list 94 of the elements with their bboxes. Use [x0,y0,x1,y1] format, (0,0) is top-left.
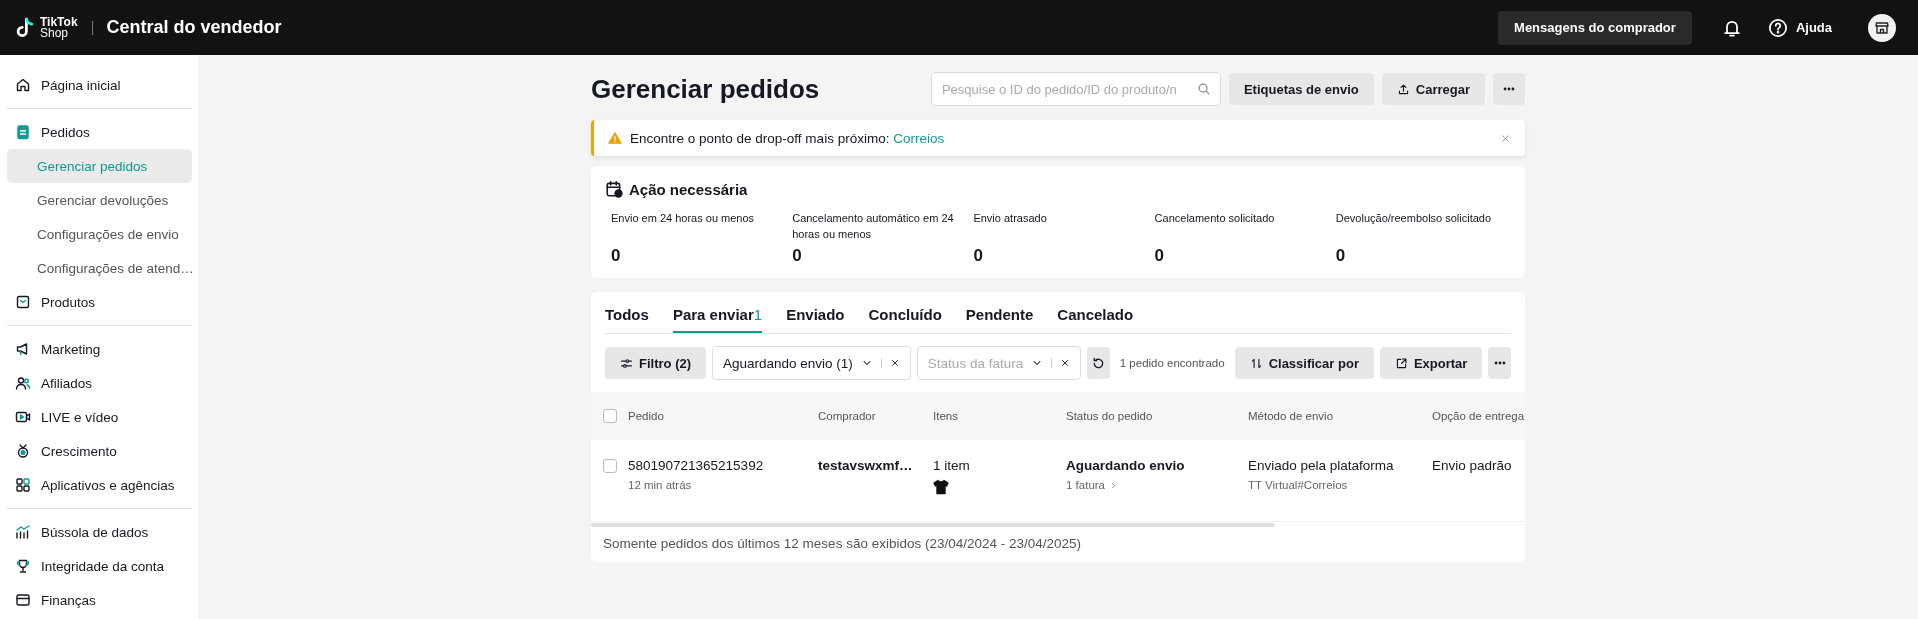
metric-value[interactable]: 0 [605,242,787,266]
calendar-clock-icon [605,180,623,198]
apps-icon [15,477,31,493]
page-title: Gerenciar pedidos [591,73,820,105]
buyer-messages-button[interactable]: Mensagens do comprador [1498,10,1692,45]
invoice-link[interactable]: 1 fatura [1066,479,1118,491]
footer-note: Somente pedidos dos últimos 12 meses são exibidos (23/04/2024 - 23/04/2025) [602,535,1083,553]
metric-value[interactable]: 0 [1148,242,1330,266]
more-button[interactable] [1493,73,1525,105]
metric-label: Envio atrasado [972,211,1048,226]
metric-value[interactable]: 0 [786,242,968,266]
column-header: Pedido [628,410,664,422]
column-header: Método de envio [1248,410,1334,422]
upload-icon [1396,82,1410,96]
sort-icon [1249,356,1263,370]
order-tab[interactable]: Enviado [786,306,845,333]
app-title: Central do vendedor [106,17,282,38]
note-logo-icon [14,16,36,39]
sidebar-item[interactable]: Produtos [7,285,192,319]
metric-label: Cancelamento automático em 24 horas ou menos [791,211,955,242]
sidebar-item[interactable]: Página inicial [7,68,192,102]
order-tab[interactable]: Cancelado [1057,306,1134,333]
upload-button[interactable]: Carregar [1381,73,1485,105]
sidebar-subitem[interactable]: Configurações de envio [7,217,192,251]
metric-label: Devolução/reembolso solicitado [1334,211,1493,226]
logo-text: TikTok [40,16,78,28]
select-all-checkbox[interactable] [603,409,617,423]
order-status: Aguardando envio [1066,458,1186,473]
sort-button[interactable]: Classificar por [1234,347,1374,379]
video-icon [15,409,31,425]
reset-button[interactable] [1087,347,1110,379]
sidebar-subitem[interactable]: Configurações de atend… [7,251,192,285]
clipboard-icon [15,124,31,140]
sidebar-item[interactable]: Bússola de dados [7,515,192,549]
sidebar-item[interactable]: Finanças [7,583,192,617]
shop-avatar[interactable] [1868,13,1896,42]
chart-icon [15,524,31,540]
medal-icon [15,443,31,459]
bag-icon [15,294,31,310]
sidebar-item[interactable]: Aplicativos e agências [7,468,192,502]
carrier-name: TT Virtual#Correios [1248,479,1348,491]
close-icon [1500,132,1511,144]
search-field[interactable]: Pesquise o ID do pedido/ID do produto/n [930,72,1221,106]
order-tab[interactable]: Para enviar1 [672,306,763,333]
column-header: Opção de entrega [1432,410,1525,422]
sidebar-item[interactable]: Marketing [7,332,192,366]
more-button[interactable] [1488,347,1511,379]
t-shirt-icon [933,479,949,495]
sidebar-subitem[interactable]: Gerenciar devoluções [7,183,192,217]
shipping-labels-button[interactable]: Etiquetas de envio [1228,73,1374,105]
column-header: Comprador [818,410,876,422]
buyer-name: testavswxmf… [818,458,913,473]
sidebar-item[interactable]: LIVE e vídeo [7,400,192,434]
sidebar-item[interactable]: Afiliados [7,366,192,400]
filter-button[interactable]: Filtro (2) [605,347,706,379]
result-count: 1 pedido encontrado [1119,357,1225,369]
clear-icon [1060,358,1071,368]
export-button[interactable]: Exportar [1379,347,1483,379]
order-tab[interactable]: Pendente [965,306,1034,333]
help-icon [1767,17,1788,38]
column-header: Status do pedido [1066,410,1153,422]
home-icon [15,77,31,93]
sliders-icon [620,356,633,370]
shipping-method: Enviado pela plataforma [1248,458,1395,473]
correios-link[interactable]: Correios [893,130,945,146]
metric-value[interactable]: 0 [967,242,1149,266]
order-time: 12 min atrás [628,479,692,491]
wallet-icon [15,592,31,608]
logo-text: Shop [40,27,69,39]
status-dropdown[interactable]: Aguardando envio (1) [712,346,911,380]
delivery-option: Envio padrão [1432,458,1512,473]
warning-icon [608,131,622,145]
sidebar-item[interactable]: Integridade da conta [7,549,192,583]
metric-label: Envio em 24 horas ou menos [610,211,756,226]
order-tab[interactable]: Concluído [868,306,942,333]
trophy-icon [15,558,31,574]
search-icon [1196,82,1211,96]
help-link[interactable]: Ajuda [1795,20,1832,35]
export-icon [1394,356,1408,370]
sidebar-item[interactable]: Pedidos [7,115,192,149]
alert-text: Encontre o ponto de drop-off mais próximo: Correios [630,130,945,146]
clear-icon [889,358,900,368]
section-title: Ação necessária [629,180,748,198]
chevron-right-icon [1109,480,1118,490]
order-id[interactable]: 580190721365215392 [628,458,816,473]
metric-label: Cancelamento solicitado [1153,211,1276,226]
row-checkbox[interactable] [603,459,617,474]
item-count: 1 item [933,458,971,473]
store-icon [1874,19,1890,36]
people-icon [15,375,31,391]
order-tab[interactable]: Todos [605,306,649,333]
sidebar-item[interactable]: Crescimento [7,434,192,468]
metric-value[interactable]: 0 [1329,242,1511,266]
column-header: Itens [933,410,958,422]
